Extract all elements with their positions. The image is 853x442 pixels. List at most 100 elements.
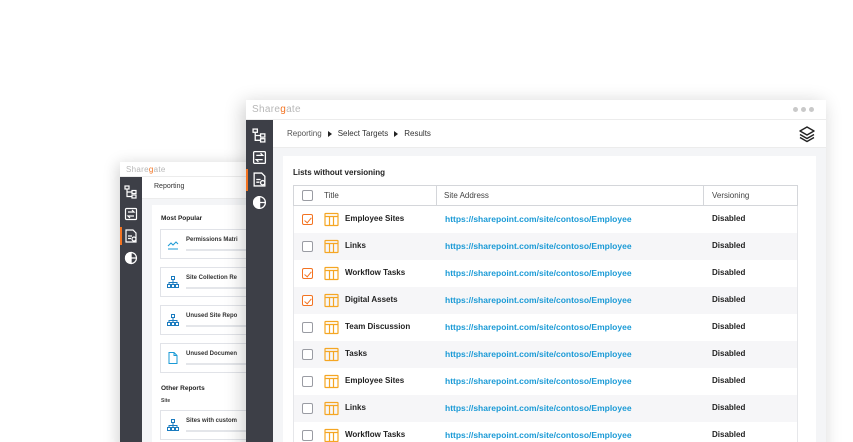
site-hierarchy-icon <box>167 276 179 288</box>
migration-icon[interactable] <box>252 150 267 165</box>
chevron-right-icon <box>327 130 332 137</box>
select-all-checkbox[interactable] <box>302 190 313 201</box>
table-row[interactable]: Employee Sites https://sharepoint.com/si… <box>293 206 798 233</box>
row-title: Digital Assets <box>345 295 398 304</box>
row-checkbox[interactable] <box>302 430 313 441</box>
row-title: Workflow Tasks <box>345 430 406 439</box>
row-checkbox[interactable] <box>302 241 313 252</box>
back-title-bar: Sharegate <box>120 162 260 177</box>
row-site-address-link[interactable]: https://sharepoint.com/site/contoso/Empl… <box>445 241 632 251</box>
reports-list: Most Popular Permissions Matri Site Coll… <box>152 205 260 442</box>
column-title[interactable]: Title <box>324 186 339 205</box>
list-icon <box>324 347 339 362</box>
explorer-icon[interactable] <box>252 195 267 210</box>
table-row[interactable]: Links https://sharepoint.com/site/contos… <box>293 395 798 422</box>
table-row[interactable]: Workflow Tasks https://sharepoint.com/si… <box>293 422 798 442</box>
row-title: Employee Sites <box>345 376 405 385</box>
column-site-address[interactable]: Site Address <box>444 186 489 205</box>
row-versioning: Disabled <box>712 241 746 250</box>
sharegate-logo: Sharegate <box>252 104 301 115</box>
breadcrumb-results: Results <box>404 129 431 138</box>
site-subheading: Site <box>161 398 171 404</box>
table-row[interactable]: Team Discussion https://sharepoint.com/s… <box>293 314 798 341</box>
row-site-address-link[interactable]: https://sharepoint.com/site/contoso/Empl… <box>445 214 632 224</box>
row-versioning: Disabled <box>712 322 746 331</box>
site-hierarchy-icon <box>167 314 179 326</box>
title-bar: Sharegate <box>246 100 826 120</box>
row-site-address-link[interactable]: https://sharepoint.com/site/contoso/Empl… <box>445 268 632 278</box>
row-versioning: Disabled <box>712 430 746 439</box>
table-header: Title Site Address Versioning <box>293 185 798 206</box>
site-hierarchy-icon <box>167 419 179 431</box>
table-row[interactable]: Tasks https://sharepoint.com/site/contos… <box>293 341 798 368</box>
active-indicator <box>120 227 122 245</box>
background-window: Sharegate Reporting Most Popular Permiss… <box>120 162 260 442</box>
row-checkbox[interactable] <box>302 214 313 225</box>
report-item-unused-site[interactable]: Unused Site Repo <box>160 305 260 335</box>
breadcrumb: Reporting Select Targets Results <box>287 129 431 138</box>
row-checkbox[interactable] <box>302 268 313 279</box>
row-versioning: Disabled <box>712 295 746 304</box>
row-site-address-link[interactable]: https://sharepoint.com/site/contoso/Empl… <box>445 349 632 359</box>
row-site-address-link[interactable]: https://sharepoint.com/site/contoso/Empl… <box>445 376 632 386</box>
table-row[interactable]: Workflow Tasks https://sharepoint.com/si… <box>293 260 798 287</box>
other-reports-heading: Other Reports <box>161 385 205 392</box>
row-versioning: Disabled <box>712 349 746 358</box>
site-tree-icon[interactable] <box>252 128 267 143</box>
list-icon <box>324 212 339 227</box>
back-nav-rail <box>120 177 142 442</box>
results-card: Lists without versioning Title Site Addr… <box>283 156 816 442</box>
document-icon <box>167 352 179 364</box>
row-checkbox[interactable] <box>302 322 313 333</box>
migration-icon[interactable] <box>124 207 138 221</box>
table-row[interactable]: Links https://sharepoint.com/site/contos… <box>293 233 798 260</box>
reporting-icon[interactable] <box>252 172 267 187</box>
back-breadcrumb: Reporting <box>142 177 260 199</box>
row-versioning: Disabled <box>712 376 746 385</box>
nav-rail <box>246 120 273 442</box>
row-title: Tasks <box>345 349 368 358</box>
row-site-address-link[interactable]: https://sharepoint.com/site/contoso/Empl… <box>445 295 632 305</box>
list-icon <box>324 374 339 389</box>
back-content: Most Popular Permissions Matri Site Coll… <box>142 199 260 442</box>
breadcrumb-reporting[interactable]: Reporting <box>154 183 184 190</box>
window-menu-dots-icon[interactable] <box>793 107 814 112</box>
results-table: Title Site Address Versioning Employee S… <box>293 185 798 442</box>
site-tree-icon[interactable] <box>124 185 138 199</box>
report-item-sites-custom[interactable]: Sites with custom <box>160 410 260 440</box>
row-site-address-link[interactable]: https://sharepoint.com/site/contoso/Empl… <box>445 403 632 413</box>
row-title: Links <box>345 403 366 412</box>
row-title: Team Discussion <box>345 322 411 331</box>
row-versioning: Disabled <box>712 268 746 277</box>
row-checkbox[interactable] <box>302 376 313 387</box>
report-item-unused-documents[interactable]: Unused Documen <box>160 343 260 373</box>
table-row[interactable]: Digital Assets https://sharepoint.com/si… <box>293 287 798 314</box>
row-versioning: Disabled <box>712 214 746 223</box>
breadcrumb-select-targets[interactable]: Select Targets <box>338 129 389 138</box>
list-icon <box>324 266 339 281</box>
list-icon <box>324 239 339 254</box>
breadcrumb-bar: Reporting Select Targets Results <box>273 120 826 148</box>
most-popular-heading: Most Popular <box>161 215 203 222</box>
list-icon <box>324 320 339 335</box>
active-indicator <box>246 169 248 191</box>
permissions-icon <box>167 238 179 250</box>
report-item-permissions[interactable]: Permissions Matri <box>160 229 260 259</box>
explorer-icon[interactable] <box>124 251 138 265</box>
row-checkbox[interactable] <box>302 403 313 414</box>
row-site-address-link[interactable]: https://sharepoint.com/site/contoso/Empl… <box>445 322 632 332</box>
row-title: Workflow Tasks <box>345 268 406 277</box>
column-versioning[interactable]: Versioning <box>712 186 749 205</box>
row-site-address-link[interactable]: https://sharepoint.com/site/contoso/Empl… <box>445 430 632 440</box>
row-versioning: Disabled <box>712 403 746 412</box>
layers-icon[interactable] <box>798 125 816 143</box>
row-title: Links <box>345 241 366 250</box>
sharegate-logo: Sharegate <box>126 165 166 174</box>
report-item-site-collection[interactable]: Site Collection Re <box>160 267 260 297</box>
row-checkbox[interactable] <box>302 295 313 306</box>
list-icon <box>324 428 339 442</box>
reporting-icon[interactable] <box>124 229 138 243</box>
breadcrumb-reporting[interactable]: Reporting <box>287 129 322 138</box>
row-checkbox[interactable] <box>302 349 313 360</box>
table-row[interactable]: Employee Sites https://sharepoint.com/si… <box>293 368 798 395</box>
